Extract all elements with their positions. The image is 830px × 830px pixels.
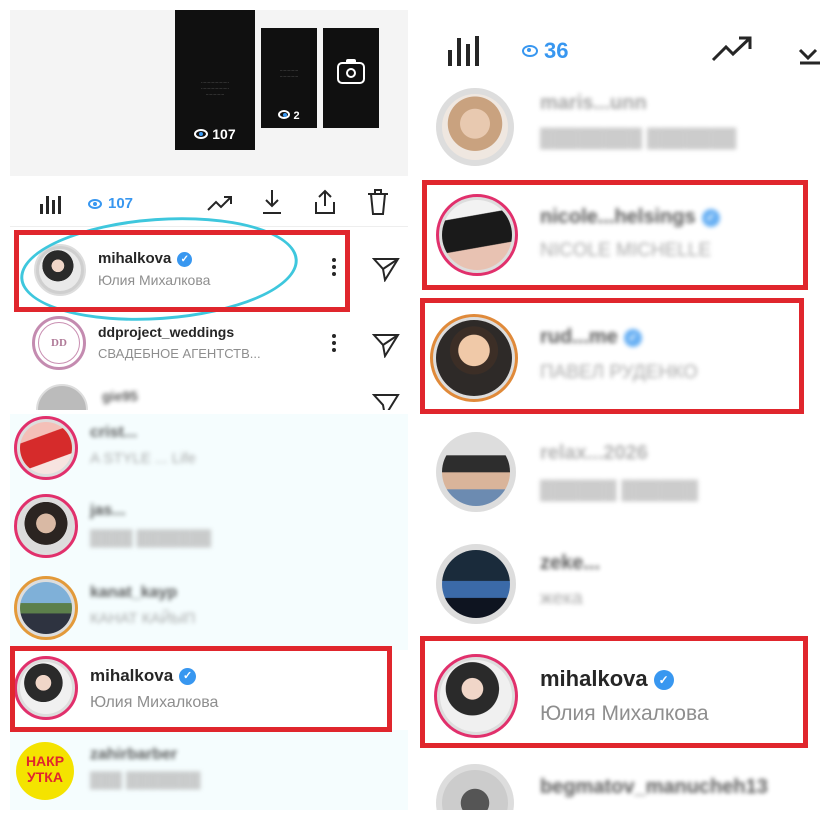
viewer-fullname: ████ ███████ [90, 530, 212, 547]
avatar[interactable] [436, 764, 514, 810]
eye-icon [194, 129, 209, 139]
eye-icon [278, 110, 291, 119]
story-viewers-panel-bottom-left: crist... A STYLE ... Life jas... ████ ██… [10, 414, 408, 810]
viewer-fullname: ██████ ██████ [540, 480, 699, 500]
send-message-icon[interactable] [372, 392, 400, 410]
avatar[interactable] [14, 494, 78, 558]
viewer-username[interactable]: crist... [90, 424, 137, 442]
avatar[interactable] [436, 88, 514, 166]
highlight-box [420, 636, 808, 748]
viewer-fullname: A STYLE ... Life [90, 450, 196, 467]
story-toolbar: 36 [410, 24, 820, 80]
viewer-username[interactable]: zeke... [540, 552, 600, 575]
viewer-row[interactable]: crist... A STYLE ... Life [10, 414, 408, 488]
viewer-username[interactable]: zahirbarber [90, 746, 177, 764]
viewer-row[interactable]: kanat_kayp КАНАТ КАЙЫП [10, 572, 408, 648]
viewer-row[interactable]: relax...2026 ██████ ██████ [410, 422, 820, 530]
viewer-row[interactable]: maris...unn ████████ ███████ [410, 82, 820, 170]
viewer-row[interactable]: jas... ████ ███████ [10, 490, 408, 570]
download-icon[interactable] [260, 188, 284, 216]
eye-icon [522, 45, 538, 57]
viewer-fullname: жека [540, 588, 583, 609]
avatar[interactable] [14, 416, 78, 480]
viewer-row[interactable]: DD ddproject_weddings СВАДЕБНОЕ АГЕНТСТВ… [10, 314, 408, 376]
send-message-icon[interactable] [372, 256, 400, 282]
views-counter[interactable]: 36 [522, 38, 568, 64]
viewer-username[interactable]: begmatov_manucheh13 [540, 776, 768, 799]
viewer-fullname: ███ ███████ [90, 772, 201, 789]
download-icon[interactable] [798, 36, 820, 66]
viewer-fullname: СВАДЕБНОЕ АГЕНТСТВ... [98, 346, 261, 361]
camera-icon [337, 59, 365, 84]
story-views-count: 107 [175, 126, 255, 142]
viewer-username[interactable]: gie95 [102, 388, 138, 404]
viewer-username[interactable]: ddproject_weddings [98, 324, 234, 340]
viewer-row[interactable]: gie95 [10, 378, 408, 410]
story-thumbnail[interactable]: ·············· ·············· 2 [261, 28, 317, 128]
avatar[interactable] [14, 576, 78, 640]
story-thumbnail-text: ····················· ···················… [201, 80, 229, 97]
viewer-username[interactable]: jas... [90, 502, 126, 520]
highlight-box [422, 180, 808, 290]
viewer-username[interactable]: kanat_kayp [90, 584, 177, 602]
avatar[interactable] [36, 384, 88, 410]
send-message-icon[interactable] [372, 332, 400, 358]
highlight-box [14, 230, 350, 312]
highlight-box [420, 298, 804, 414]
add-story-camera[interactable] [323, 28, 379, 128]
trend-icon[interactable] [206, 192, 234, 214]
avatar[interactable] [436, 432, 516, 512]
viewer-row[interactable]: begmatov_manucheh13 [410, 754, 820, 810]
trash-icon[interactable] [366, 188, 390, 216]
viewer-row[interactable]: zeke... жека [410, 530, 820, 640]
story-thumbnail-text: ·············· ·············· [279, 68, 299, 79]
trend-icon[interactable] [710, 34, 754, 64]
highlight-box [10, 646, 392, 732]
views-counter[interactable]: 107 [88, 195, 133, 212]
bar-chart-icon[interactable] [40, 196, 61, 214]
avatar[interactable]: НАКРУТКА [16, 742, 74, 800]
avatar-text: НАКРУТКА [25, 753, 65, 785]
share-icon[interactable] [312, 188, 338, 216]
viewer-username[interactable]: maris...unn [540, 92, 647, 115]
viewer-row[interactable]: НАКРУТКА zahirbarber ███ ███████ [10, 734, 408, 810]
story-views-count: 2 [261, 110, 317, 122]
viewer-fullname: ████████ ███████ [540, 128, 737, 148]
viewer-username[interactable]: relax...2026 [540, 442, 648, 465]
story-viewers-panel-top-left: ····················· ···················… [10, 10, 408, 410]
story-thumbnail-active[interactable]: ····················· ···················… [175, 10, 255, 150]
avatar[interactable]: DD [32, 316, 86, 370]
bar-chart-icon[interactable] [448, 36, 479, 66]
more-options-icon[interactable] [332, 334, 336, 355]
eye-icon [88, 198, 102, 209]
story-viewers-panel-right: 36 maris...unn ████████ ███████ nicole..… [410, 10, 820, 810]
viewer-fullname: КАНАТ КАЙЫП [90, 610, 196, 627]
avatar[interactable] [436, 544, 516, 624]
stories-strip: ····················· ···················… [10, 10, 408, 176]
